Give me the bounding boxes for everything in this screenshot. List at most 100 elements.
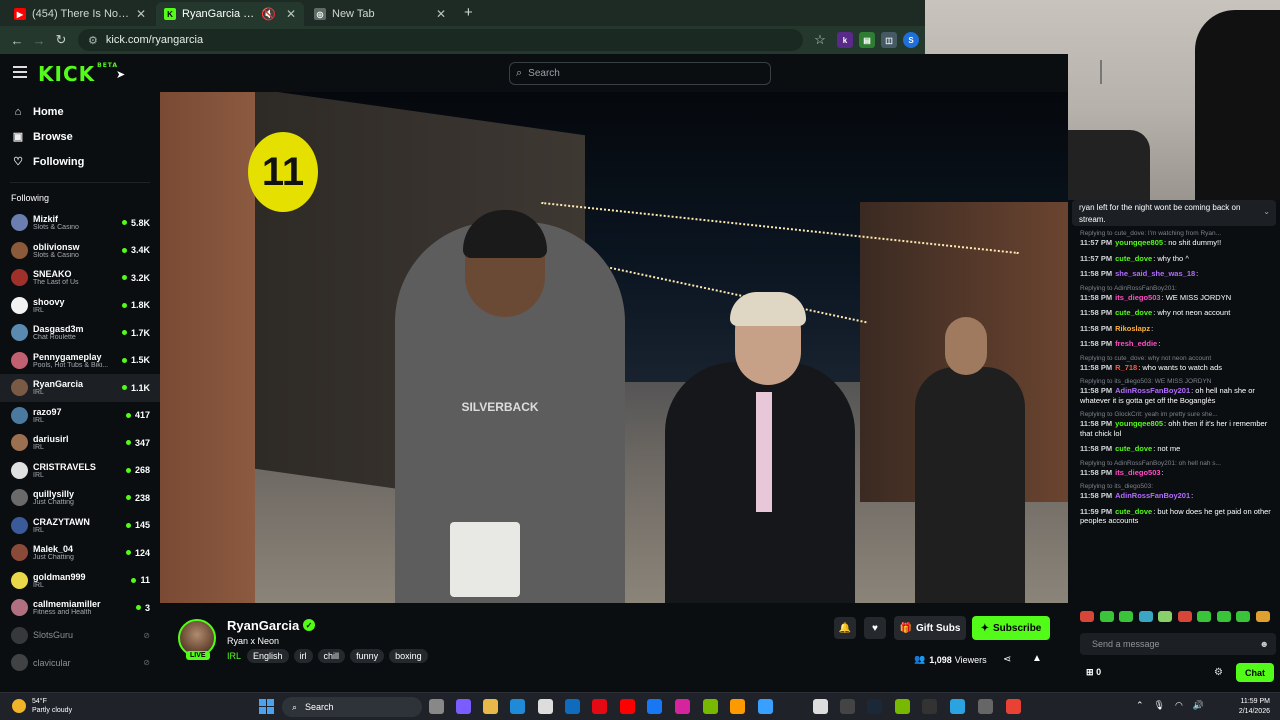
bookmark-star-icon[interactable]: ☆ [809,29,831,51]
chat-message[interactable]: Replying to cute_dove: I'm watching from… [1080,230,1278,248]
youtube-icon[interactable] [620,699,635,714]
sidebar-channel-item[interactable]: SNEAKO The Last of Us 3.2K [0,264,160,292]
tag-chip[interactable]: boxing [389,649,428,663]
reload-icon[interactable]: ↻ [50,29,72,51]
telegram-icon[interactable] [950,699,965,714]
copilot-icon[interactable] [456,699,471,714]
kick-extension-icon[interactable]: k [837,32,853,48]
sidebar-channel-item[interactable]: callmemiamiller Fitness and Health 3 [0,594,160,622]
epic-games-icon[interactable] [922,699,937,714]
chat-message[interactable]: Replying to cute_dove: why not neon acco… [1080,355,1278,373]
chat-username[interactable]: R_718 [1115,363,1137,372]
site-info-icon[interactable]: ⚙ [88,34,98,47]
sidebar-channel-item[interactable]: Malek_04 Just Chatting 124 [0,539,160,567]
folder-icon[interactable] [483,699,498,714]
tag-chip[interactable]: irl [293,649,313,663]
kick-logo[interactable]: KICK BETA [38,62,118,86]
profile-extension-icon[interactable]: S [903,32,919,48]
chat-username[interactable]: cute_dove [1115,308,1152,317]
volume-icon[interactable]: 🔊 [1193,700,1204,711]
stream-category[interactable]: IRL [227,651,241,661]
chat-username[interactable]: youngqee805 [1115,238,1163,247]
notification-bell-button[interactable]: 🔔 [834,617,856,639]
chat-message[interactable]: 11:57 PM cute_dove: why tho ^ [1080,254,1278,264]
chat-username[interactable]: cute_dove [1115,254,1152,263]
chat-message[interactable]: Replying to AdinRossFanBoy201: oh hell n… [1080,460,1278,478]
share-icon[interactable]: ⋖ [1003,654,1011,665]
url-field[interactable]: ⚙ kick.com/ryangarcia [78,29,803,51]
steam-icon[interactable] [867,699,882,714]
subscribe-button[interactable]: ✦ Subscribe [972,616,1050,640]
task-view-icon[interactable] [429,699,444,714]
pinned-message[interactable]: ryan left for the night wont be coming b… [1072,200,1276,226]
sidebar-channel-item[interactable]: shoovy IRL 1.8K [0,292,160,320]
emoji-icon[interactable]: ☻ [1260,639,1269,649]
edge-icon[interactable] [510,699,525,714]
chat-message[interactable]: 11:58 PM fresh_eddie: [1080,339,1278,349]
follow-heart-button[interactable]: ♥ [864,617,886,639]
sidebar-channel-item[interactable]: CRAZYTAWN IRL 145 [0,512,160,540]
amazon-icon[interactable] [730,699,745,714]
video-player[interactable]: 11 SILVERBACK [160,92,1068,603]
chat-username[interactable]: Rikoslapz [1115,324,1150,333]
chevron-down-icon[interactable]: ⌄ [1263,206,1270,218]
chat-message[interactable]: Replying to AdinRossFanBoy201: 11:58 PM it… [1080,285,1278,303]
emote-icon[interactable] [1080,611,1094,622]
netflix-icon[interactable] [592,699,607,714]
facebook-icon[interactable] [647,699,662,714]
forward-arrow-icon[interactable]: → [28,29,50,51]
tag-chip[interactable]: funny [350,649,385,663]
close-tab-icon[interactable]: ✕ [286,7,296,21]
weather-widget[interactable]: 54°F Partly cloudy [12,697,72,715]
sidebar-channel-item[interactable]: RyanGarcia IRL 1.1K [0,374,160,402]
emote-icon[interactable] [1197,611,1211,622]
close-tab-icon[interactable]: ✕ [436,7,446,21]
chat-message[interactable]: 11:58 PM Rikoslapz: [1080,324,1278,334]
sidebar-item-home[interactable]: ⌂ Home [0,99,160,124]
search-input[interactable]: ⌕ Search [509,62,771,85]
report-warning-icon[interactable]: ▲ [1032,653,1042,664]
app-icon[interactable] [840,699,855,714]
emote-icon[interactable] [1177,611,1192,622]
tag-chip[interactable]: English [247,649,289,663]
sidebar-channel-item[interactable]: Dasgasd3m Chat Roulette 1.7K [0,319,160,347]
emote-icon[interactable] [1099,611,1114,622]
tag-chip[interactable]: chill [317,649,346,663]
instagram-icon[interactable] [675,699,690,714]
chat-username[interactable]: its_diego503 [1115,468,1160,477]
sidebar-channel-item[interactable]: Pennygameplay Pools, Hot Tubs & Biki... 1.… [0,347,160,375]
sidebar-channel-item-offline[interactable]: clavicular ⊘ [0,649,160,677]
sidebar-channel-item[interactable]: goldman999 IRL 11 [0,567,160,595]
chat-message[interactable]: 11:58 PM cute_dove: why not neon account [1080,308,1278,318]
new-tab-button[interactable]: + [456,4,481,26]
chat-username[interactable]: cute_dove [1115,507,1152,516]
geforce-icon[interactable] [895,699,910,714]
browser-tab-active[interactable]: K RyanGarcia Stream - Watch 🔇 ✕ [156,2,304,26]
emote-icon[interactable] [1216,611,1231,622]
menu-hamburger-icon[interactable] [13,66,27,78]
chat-message[interactable]: Replying to its_diego503: WE MISS JORDYN… [1080,378,1278,405]
browser-tab[interactable]: ▶ (454) There Is No Tomorrow - Y ✕ [6,2,154,26]
chat-username[interactable]: its_diego503 [1115,293,1160,302]
browser-tab[interactable]: ◎ New Tab ✕ [306,2,454,26]
app-icon[interactable] [758,699,773,714]
sidebar-channel-item[interactable]: Mizkif Slots & Casino 5.8K [0,209,160,237]
emote-icon[interactable] [1158,611,1172,622]
chat-username[interactable]: cute_dove [1115,444,1152,453]
sidebar-channel-item[interactable]: CRISTRAVELS IRL 268 [0,457,160,485]
taskbar-search[interactable]: ⌕ Search [282,697,422,717]
sidebar-channel-item[interactable]: oblivionsw Slots & Casino 3.4K [0,237,160,265]
chrome-icon[interactable] [1006,699,1021,714]
streamer-name[interactable]: RyanGarcia [227,618,299,633]
system-clock[interactable]: 11:59 PM 2/14/2026 [1226,697,1270,717]
sidebar-channel-item[interactable]: quillysilly Just Chatting 238 [0,484,160,512]
send-chat-button[interactable]: Chat [1236,663,1274,682]
chat-username[interactable]: AdinRossFanBoy201 [1115,491,1190,500]
channel-points[interactable]: ⊞ 0 [1086,667,1101,678]
emote-icon[interactable] [1255,611,1270,622]
chat-message[interactable]: Replying to GlockCrit: yeah im pretty su… [1080,411,1278,438]
mute-tab-icon[interactable]: 🔇 [261,7,276,21]
chat-message[interactable]: 11:59 PM cute_dove: but how does he get p… [1080,507,1278,526]
chat-username[interactable]: she_said_she_was_18 [1115,269,1195,278]
counter-extension-icon[interactable]: ▤ [859,32,875,48]
